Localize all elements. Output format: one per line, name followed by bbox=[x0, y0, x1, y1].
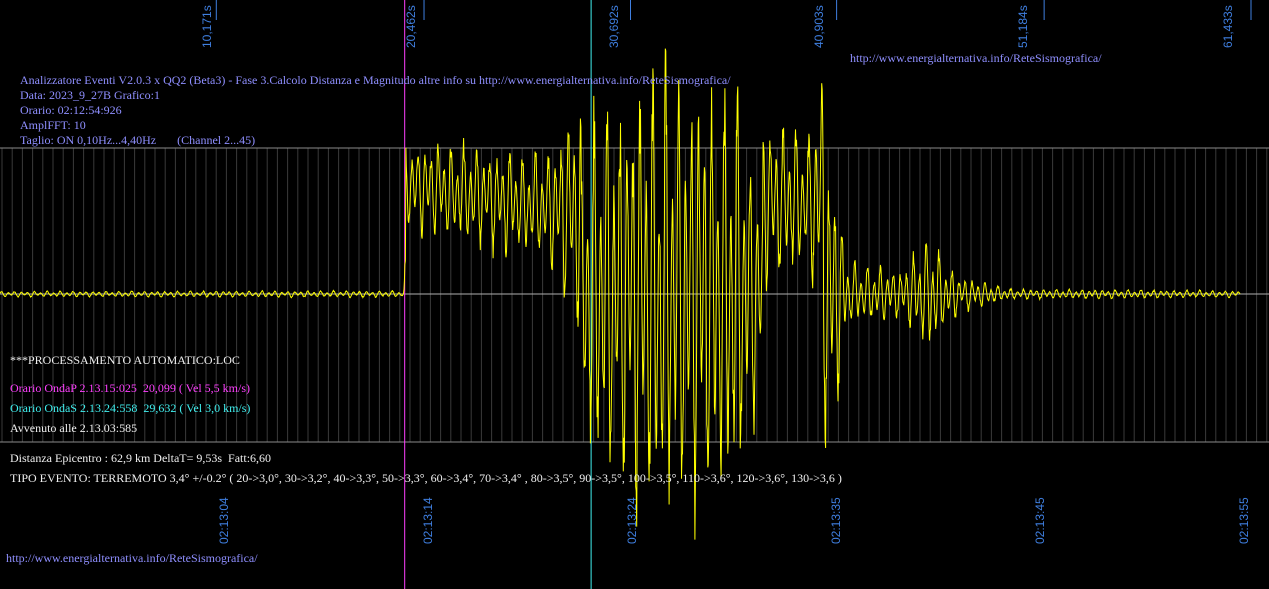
top-tick-label: 20,462s bbox=[404, 5, 418, 48]
ampl-label: AmplFFT: 10 bbox=[20, 118, 86, 132]
occurred-label: Avvenuto alle 2.13.03:585 bbox=[10, 421, 138, 435]
grid bbox=[0, 0, 1269, 443]
date-label: Data: 2023_9_27B Grafico:1 bbox=[20, 88, 160, 102]
bottom-tick-label: 02:13:35 bbox=[829, 497, 843, 544]
app-title: Analizzatore Eventi V2.0.3 x QQ2 (Beta3)… bbox=[20, 73, 731, 87]
site-link-bottom[interactable]: http://www.energialternativa.info/ReteSi… bbox=[6, 551, 258, 565]
top-tick-label: 51,184s bbox=[1016, 5, 1030, 48]
top-tick-label: 61,433s bbox=[1221, 5, 1235, 48]
bottom-tick-label: 02:13:24 bbox=[625, 497, 639, 544]
distance-label: Distanza Epicentro : 62,9 km DeltaT= 9,5… bbox=[10, 451, 272, 465]
time-label: Orario: 02:12:54:926 bbox=[20, 103, 122, 117]
site-link-top[interactable]: http://www.energialternativa.info/ReteSi… bbox=[850, 51, 1102, 65]
top-tick-label: 40,903s bbox=[812, 5, 826, 48]
s-wave-label: Orario OndaS 2.13.24:558 29,632 ( Vel 3,… bbox=[10, 401, 251, 415]
bottom-tick-label: 02:13:55 bbox=[1237, 497, 1251, 544]
top-tick-label: 30,692s bbox=[607, 5, 621, 48]
bottom-tick-label: 02:13:04 bbox=[217, 497, 231, 544]
bottom-tick-label: 02:13:45 bbox=[1033, 497, 1047, 544]
top-tick-label: 10,171s bbox=[200, 5, 214, 48]
p-wave-label: Orario OndaP 2.13.15:025 20,099 ( Vel 5,… bbox=[10, 381, 250, 395]
seismogram-window: Analizzatore Eventi V2.0.3 x QQ2 (Beta3)… bbox=[0, 0, 1269, 589]
filter-label: Taglio: ON 0,10Hz...4,40Hz (Channel 2...… bbox=[20, 133, 256, 147]
bottom-tick-label: 02:13:14 bbox=[421, 497, 435, 544]
processing-label: ***PROCESSAMENTO AUTOMATICO:LOC bbox=[10, 353, 240, 367]
event-type-label: TIPO EVENTO: TERREMOTO 3,4° +/-0.2° ( 20… bbox=[10, 471, 842, 485]
